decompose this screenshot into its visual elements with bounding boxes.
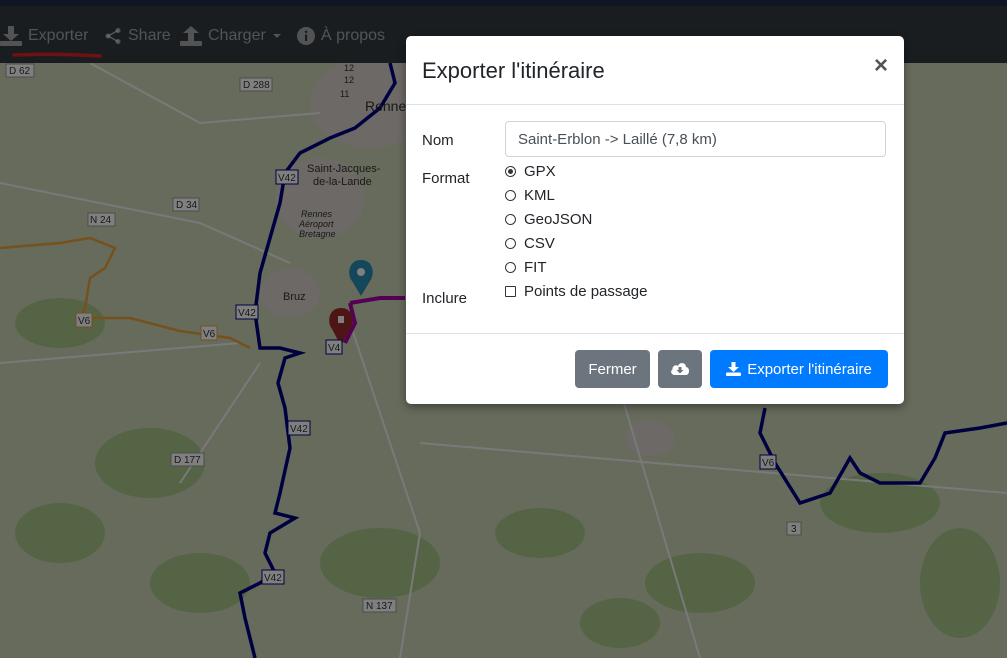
radio-geojson[interactable] [505,213,516,225]
radio-gpx[interactable] [505,165,516,177]
name-label: Nom [422,132,454,149]
export-route-label: Exporter l'itinéraire [747,360,872,378]
format-option-label: CSV [524,234,555,252]
close-icon[interactable]: × [874,54,888,78]
format-option-gpx[interactable]: GPX [505,160,556,182]
format-option-label: GeoJSON [524,210,593,228]
export-route-button[interactable]: Exporter l'itinéraire [710,350,888,388]
include-label: Inclure [422,290,468,307]
format-option-label: GPX [524,162,556,180]
radio-csv[interactable] [505,237,516,249]
export-modal: Exporter l'itinéraire × Nom Format GPX K… [406,36,904,404]
format-option-geojson[interactable]: GeoJSON [505,208,592,230]
modal-title: Exporter l'itinéraire [422,58,605,83]
cloud-download-button[interactable] [658,350,702,388]
format-option-label: KML [524,186,555,204]
radio-fit[interactable] [505,261,516,273]
include-waypoints-label: Points de passage [524,282,648,300]
checkbox-waypoints[interactable] [505,285,516,297]
include-waypoints[interactable]: Points de passage [505,280,647,302]
name-input[interactable] [505,121,886,157]
modal-footer: Fermer Exporter l'itinéraire [406,333,904,405]
download-icon [726,362,742,376]
radio-kml[interactable] [505,189,516,201]
format-option-csv[interactable]: CSV [505,232,555,254]
format-option-kml[interactable]: KML [505,184,555,206]
format-option-fit[interactable]: FIT [505,256,547,278]
format-label: Format [422,170,470,187]
modal-header: Exporter l'itinéraire × [406,36,904,105]
close-button[interactable]: Fermer [575,350,650,388]
format-option-label: FIT [524,258,547,276]
cloud-download-icon [671,363,689,375]
